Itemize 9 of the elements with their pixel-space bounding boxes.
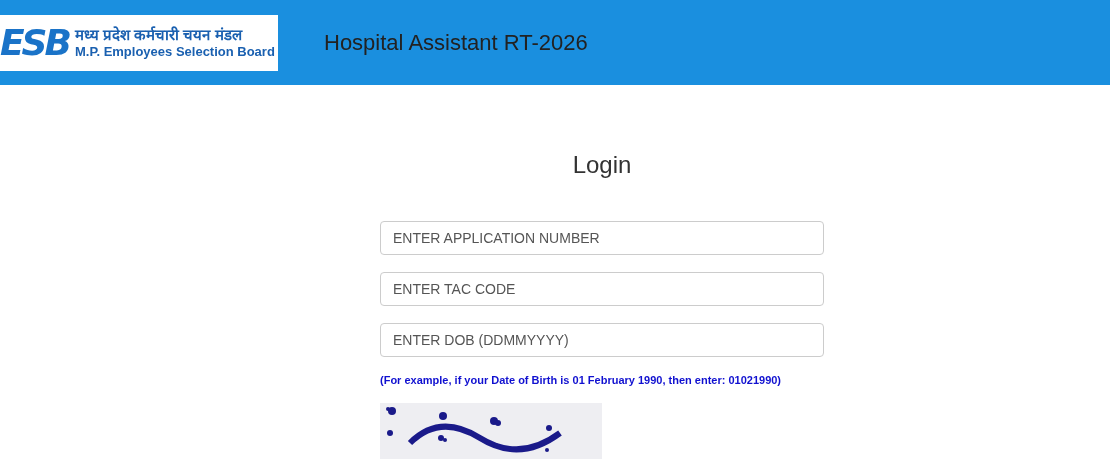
logo-mark: ESB bbox=[0, 24, 69, 61]
board-name: M.P. Employees Selection Board bbox=[74, 43, 275, 59]
input-field[interactable]: ENTER TAC CODE bbox=[380, 272, 824, 306]
input-field[interactable]: ENTER APPLICATION NUMBER bbox=[380, 221, 824, 255]
page-title: Hospital Assistant RT-2026 bbox=[324, 29, 588, 56]
login-heading: Login bbox=[572, 151, 632, 179]
input-field[interactable]: ENTER DOB (DDMMYYYY) bbox=[380, 323, 824, 357]
dob-hint: (For example, if your Date of Birth is 01 February 1990, then enter: 01021990) bbox=[380, 374, 783, 386]
board-name-hindi: मध्य प्रदेश कर्मचारी चयन मंडल bbox=[74, 26, 244, 44]
